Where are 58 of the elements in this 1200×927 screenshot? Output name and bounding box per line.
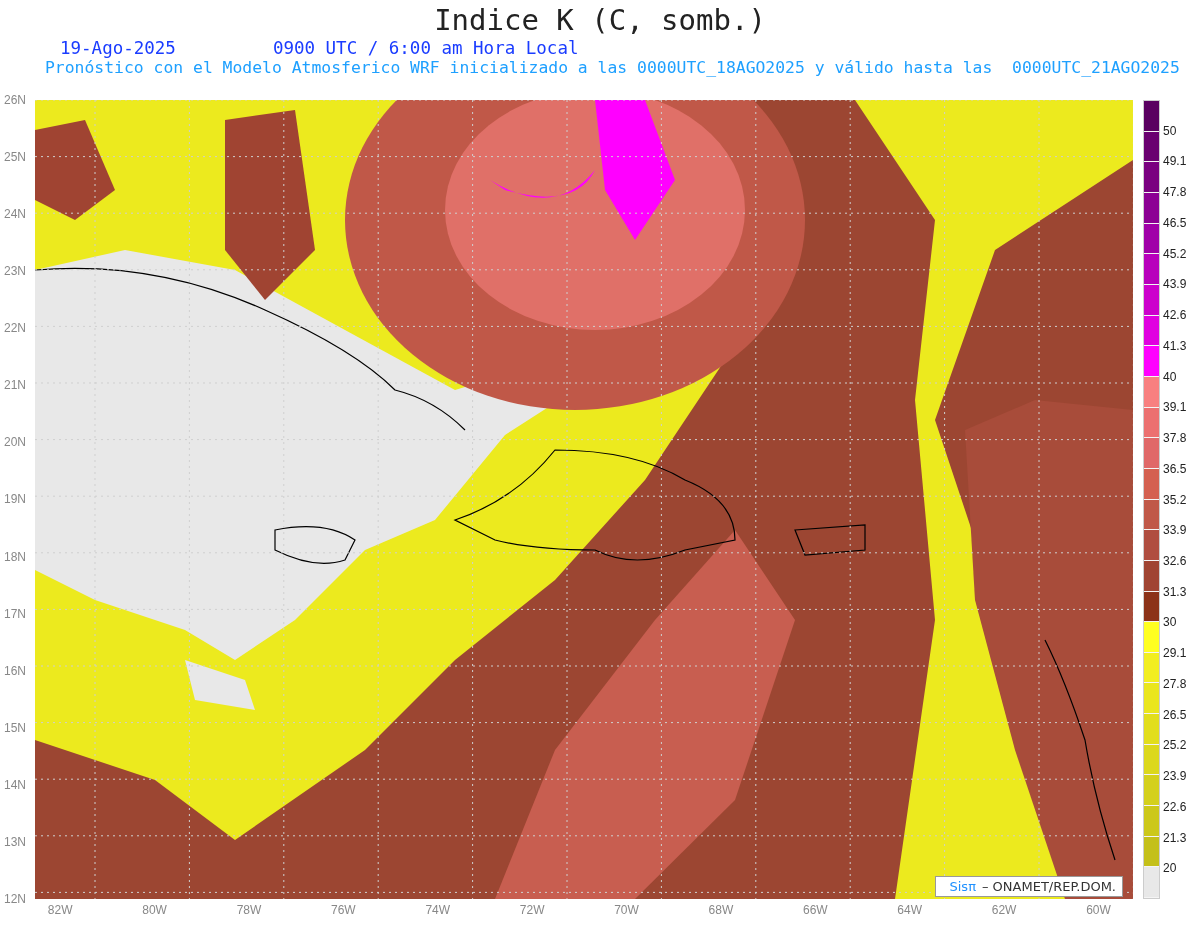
latitude-label: 16N (4, 663, 26, 678)
scale-label: 42.6 (1163, 308, 1187, 323)
latitude-label: 19N (4, 492, 26, 507)
scale-label: 43.9 (1163, 277, 1187, 292)
latitude-label: 25N (4, 150, 26, 165)
scale-label: 35.2 (1163, 492, 1187, 507)
latitude-label: 15N (4, 720, 26, 735)
scale-label: 37.8 (1163, 431, 1187, 446)
scale-label: 30 (1163, 615, 1177, 630)
longitude-label: 80W (142, 903, 167, 917)
longitude-label: 62W (991, 903, 1017, 917)
scale-label: 46.5 (1163, 215, 1187, 230)
latitude-label: 22N (4, 321, 26, 336)
scale-label: 22.6 (1163, 799, 1187, 814)
scale-label: 39.1 (1163, 400, 1187, 415)
latitude-label: 26N (4, 93, 26, 107)
latitude-label: 13N (4, 834, 26, 849)
scale-label: 25.2 (1163, 738, 1187, 753)
longitude-label: 64W (897, 903, 923, 917)
longitude-label: 82W (47, 903, 73, 917)
date-text: 19-Ago-2025 (60, 38, 176, 58)
forecast-note: Pronóstico con el Modelo Atmosferico WRF inicializado a las 0000UTC_18AGO2025 y válido hasta las 0000UTC_21AGO2025 (45, 58, 1180, 77)
scale-label: 29.1 (1163, 646, 1187, 661)
longitude-label: 76W (331, 903, 356, 917)
scale-label: 36.5 (1163, 461, 1187, 476)
scale-label: 50 (1163, 123, 1177, 138)
scale-label: 31.3 (1163, 584, 1187, 599)
longitude-label: 72W (519, 903, 545, 917)
time-text: 0900 UTC / 6:00 am Hora Local (272, 38, 579, 58)
latitude-label: 14N (4, 777, 26, 792)
scale-label: 23.9 (1163, 769, 1187, 784)
scale-label: 21.3 (1163, 830, 1187, 845)
latitude-label: 24N (4, 207, 26, 222)
scale-label: 41.3 (1163, 338, 1187, 353)
logo-text: Sisπ (949, 879, 976, 894)
longitude-label: 70W (614, 903, 639, 917)
longitude-label: 66W (802, 903, 828, 917)
latitude-label: 17N (4, 606, 26, 621)
longitude-label: 68W (708, 903, 734, 917)
scale-label: 32.6 (1163, 554, 1187, 568)
scale-label: 45.2 (1163, 246, 1187, 261)
scale-label: 20 (1163, 861, 1177, 876)
map-title: Indice K (C, somb.) (434, 2, 766, 38)
scale-label: 49.1 (1163, 154, 1187, 169)
longitude-label: 74W (425, 903, 451, 917)
latitude-label: 18N (4, 549, 26, 564)
scale-label: 40 (1163, 369, 1177, 384)
scale-label: 33.9 (1163, 523, 1187, 538)
scale-label: 26.5 (1163, 707, 1187, 722)
longitude-label: 60W (1086, 903, 1111, 917)
scale-label: 27.8 (1163, 676, 1187, 691)
scale-label: 47.8 (1163, 185, 1187, 200)
credit-text: – ONAMET/REP.DOM. (981, 879, 1116, 894)
latitude-label: 20N (4, 435, 26, 450)
latitude-label: 23N (4, 264, 26, 279)
latitude-label: 12N (4, 891, 26, 906)
latitude-label: 21N (4, 378, 26, 393)
longitude-label: 78W (236, 903, 262, 917)
